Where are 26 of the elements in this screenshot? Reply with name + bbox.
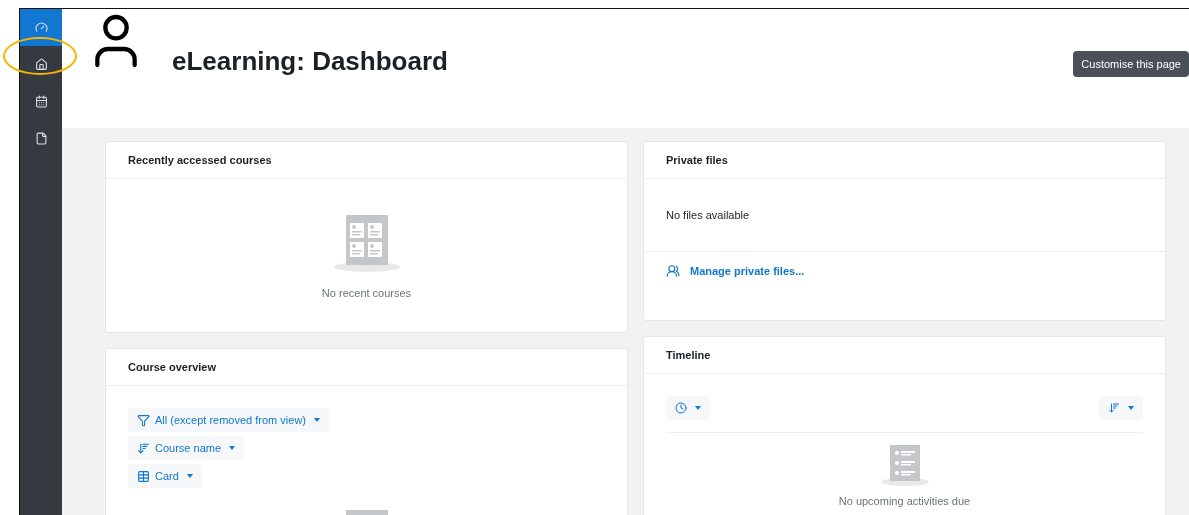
sort-icon — [1108, 402, 1120, 414]
sort-icon — [137, 441, 150, 455]
filter-icon — [137, 413, 150, 427]
empty-message: No recent courses — [321, 287, 412, 299]
clock-icon — [675, 402, 687, 414]
users-icon — [666, 264, 680, 278]
card-title: Private files — [666, 154, 728, 166]
dropdown-button[interactable]: Course name — [128, 436, 245, 460]
card-title: Timeline — [666, 349, 711, 361]
grid-icon — [137, 469, 150, 483]
dashboard-icon — [34, 21, 48, 34]
empty-message: No upcoming activities due — [838, 495, 971, 507]
page-title: eLearning: Dashboard — [172, 46, 449, 77]
dropdown-button[interactable]: All (except removed from view) — [128, 408, 329, 432]
timeline-filter-button[interactable] — [666, 396, 710, 420]
customise-button[interactable]: Customise this page — [1073, 51, 1189, 77]
calendar-icon — [34, 95, 48, 108]
dropdown-button[interactable]: Card — [128, 464, 202, 488]
card-title: Course overview — [128, 361, 217, 373]
card-title: Recently accessed courses — [128, 154, 272, 166]
list-illustration — [879, 445, 930, 487]
home-icon — [34, 58, 48, 71]
file-icon — [34, 132, 48, 145]
empty-message: No files available — [666, 208, 751, 223]
manage-files-link[interactable]: Manage private files... — [690, 265, 805, 277]
courses-illustration — [332, 215, 401, 273]
